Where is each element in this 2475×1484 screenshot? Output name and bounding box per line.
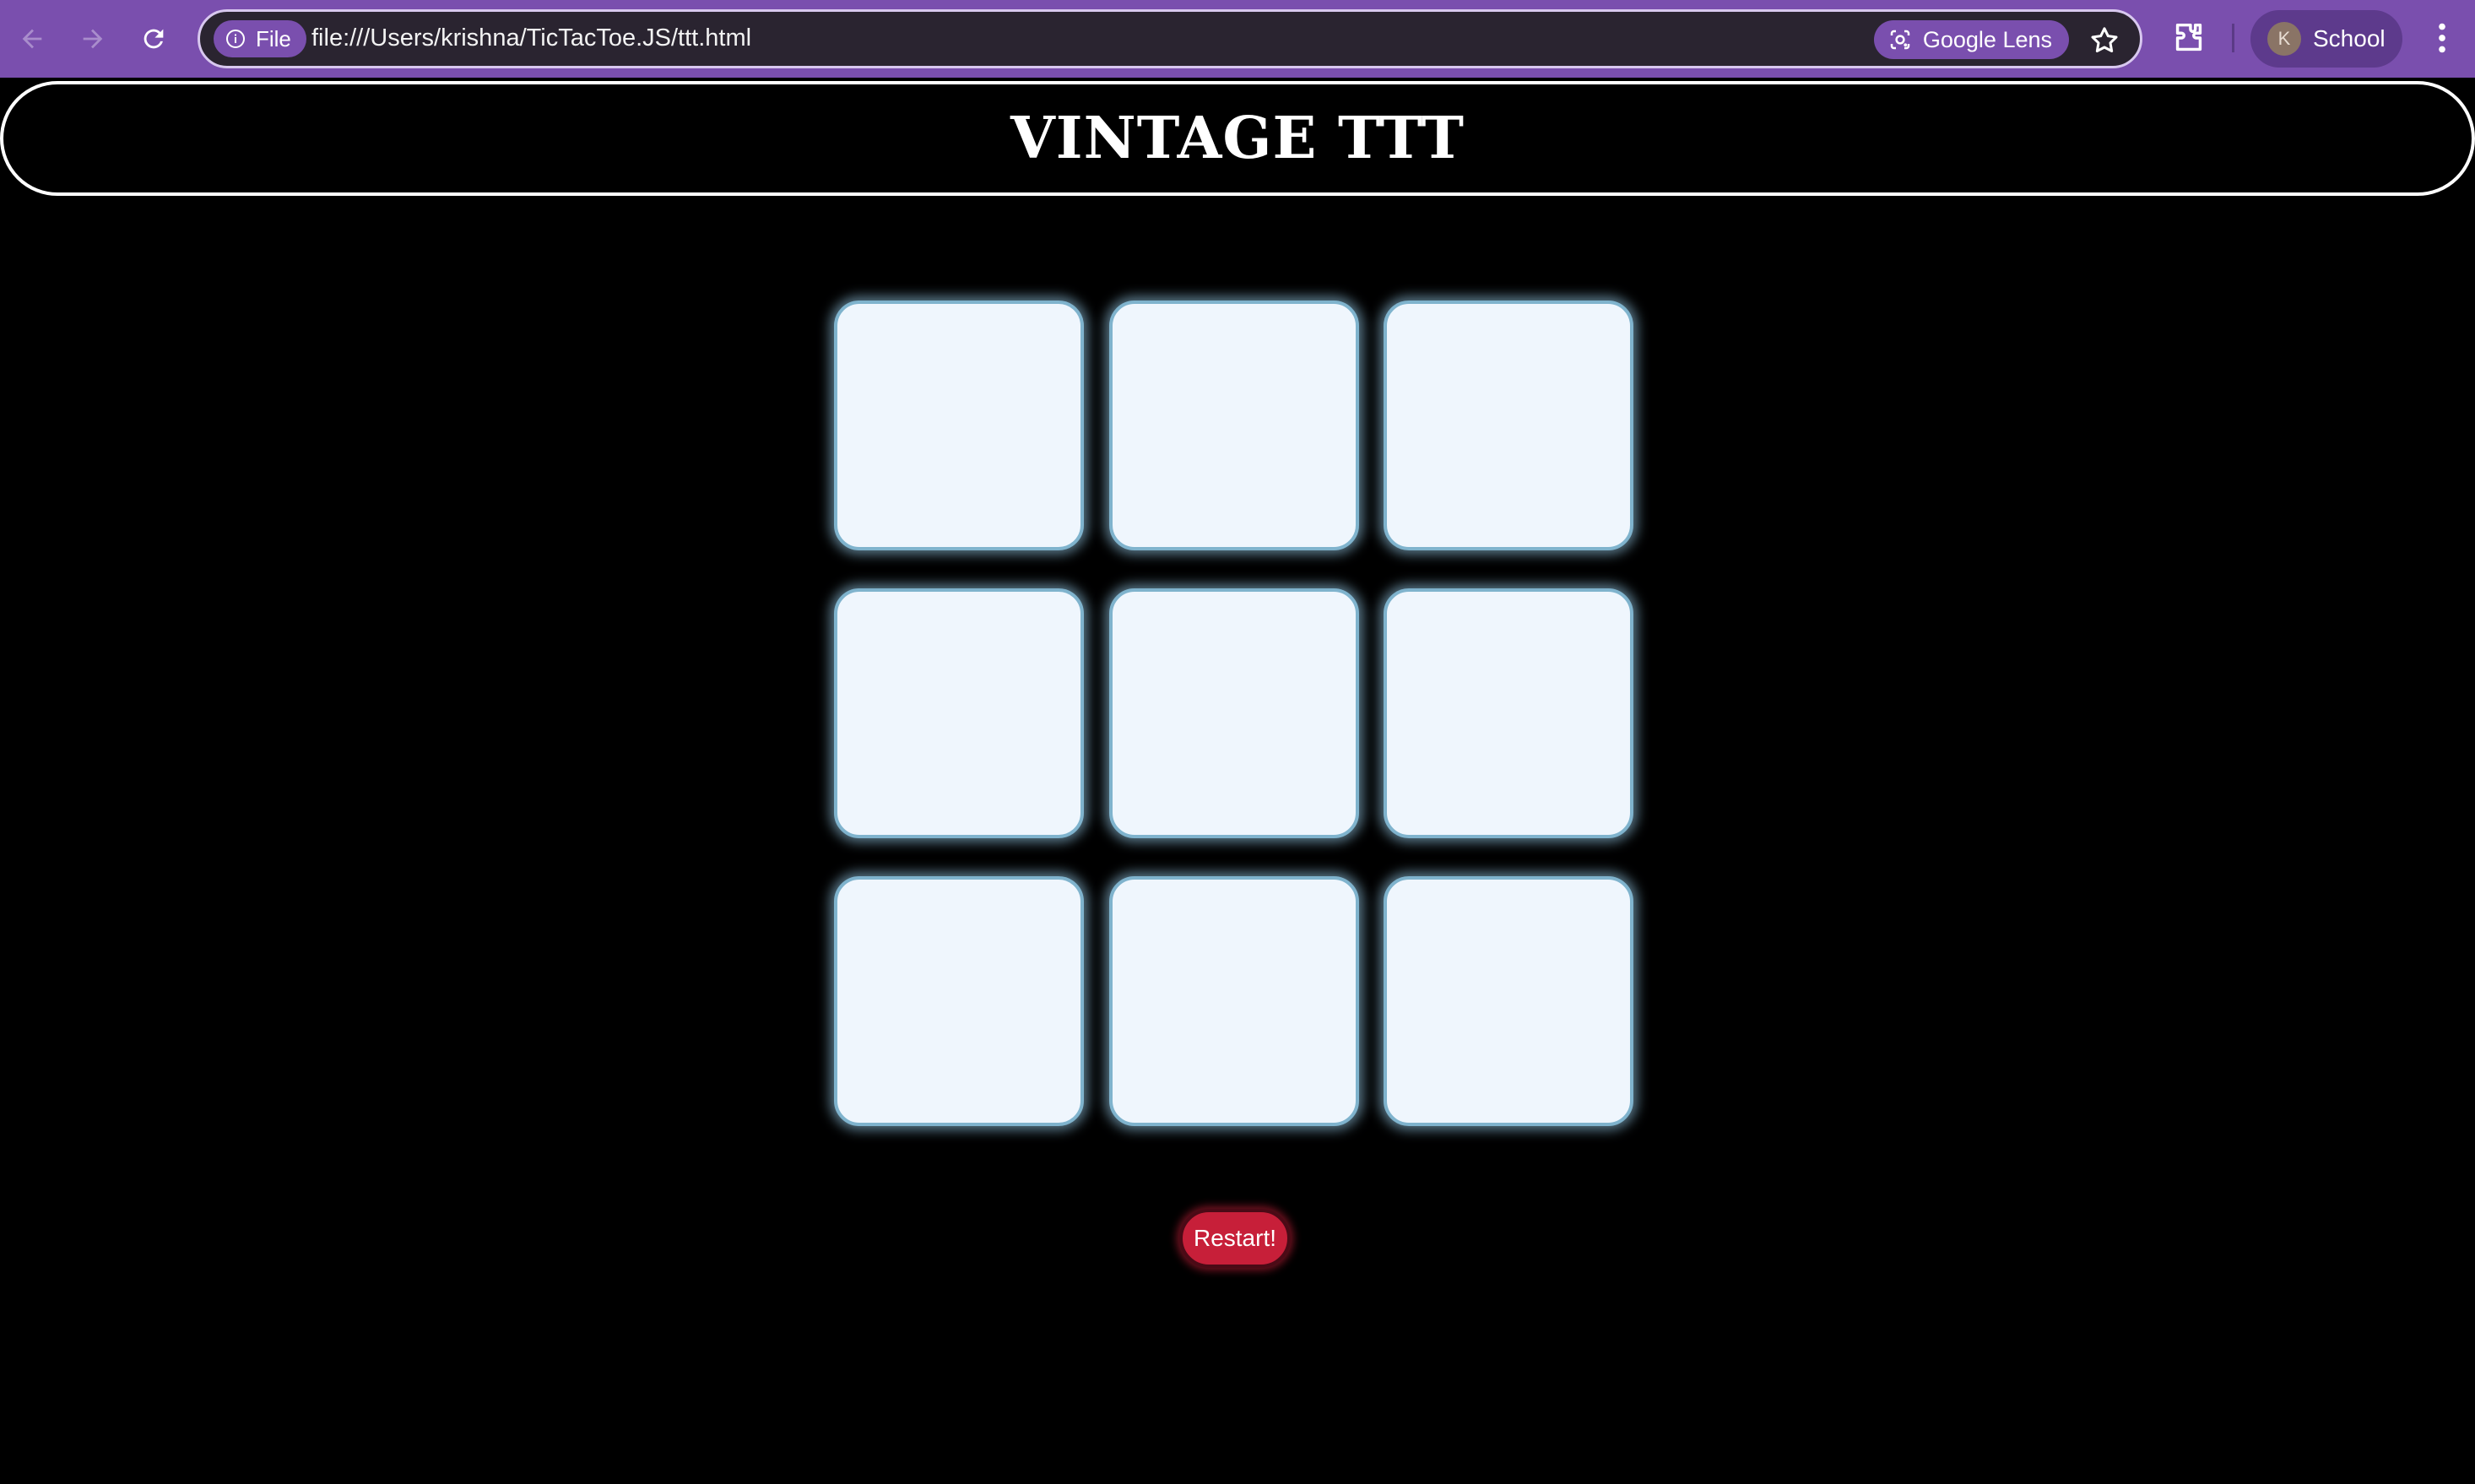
page-content: VINTAGE TTT Restart! [0, 78, 2475, 1484]
page-header: VINTAGE TTT [0, 81, 2475, 196]
back-arrow-icon [22, 29, 42, 49]
board-cell-8[interactable] [1109, 876, 1359, 1126]
google-lens-label: Google Lens [1922, 26, 2052, 52]
board-cell-4[interactable] [834, 588, 1084, 838]
page-title: VINTAGE TTT [1010, 105, 1465, 172]
profile-label: School [2313, 25, 2386, 51]
board-cell-2[interactable] [1109, 301, 1359, 550]
forward-button[interactable] [71, 17, 115, 61]
board-cell-3[interactable] [1384, 301, 1633, 550]
extensions-icon[interactable] [2169, 19, 2208, 57]
browser-toolbar: File file:///Users/krishna/TicTacToe.JS/… [0, 0, 2475, 78]
file-chip-label: File [256, 25, 291, 51]
board-cell-9[interactable] [1384, 876, 1633, 1126]
more-vert-icon[interactable] [2423, 19, 2461, 57]
restart-button[interactable]: Restart! [1179, 1209, 1291, 1268]
back-button[interactable] [10, 17, 54, 61]
board-cell-7[interactable] [834, 876, 1084, 1126]
address-bar[interactable]: File file:///Users/krishna/TicTacToe.JS/… [198, 9, 2142, 68]
game-board [834, 301, 1636, 1126]
star-icon[interactable] [2088, 24, 2121, 57]
site-info-chip[interactable]: File [214, 20, 306, 57]
google-lens-button[interactable]: Google Lens [1873, 20, 2069, 59]
board-cell-1[interactable] [834, 301, 1084, 550]
info-icon [226, 30, 245, 48]
profile-button[interactable]: K School [2250, 10, 2402, 68]
reload-button[interactable] [132, 17, 176, 61]
avatar: K [2267, 22, 2301, 56]
forward-arrow-icon [83, 29, 103, 49]
toolbar-divider [2232, 24, 2234, 52]
lens-icon [1890, 30, 1910, 50]
board-cell-6[interactable] [1384, 588, 1633, 838]
reload-icon [144, 29, 164, 49]
url-text[interactable]: file:///Users/krishna/TicTacToe.JS/ttt.h… [311, 24, 751, 52]
board-cell-5[interactable] [1109, 588, 1359, 838]
